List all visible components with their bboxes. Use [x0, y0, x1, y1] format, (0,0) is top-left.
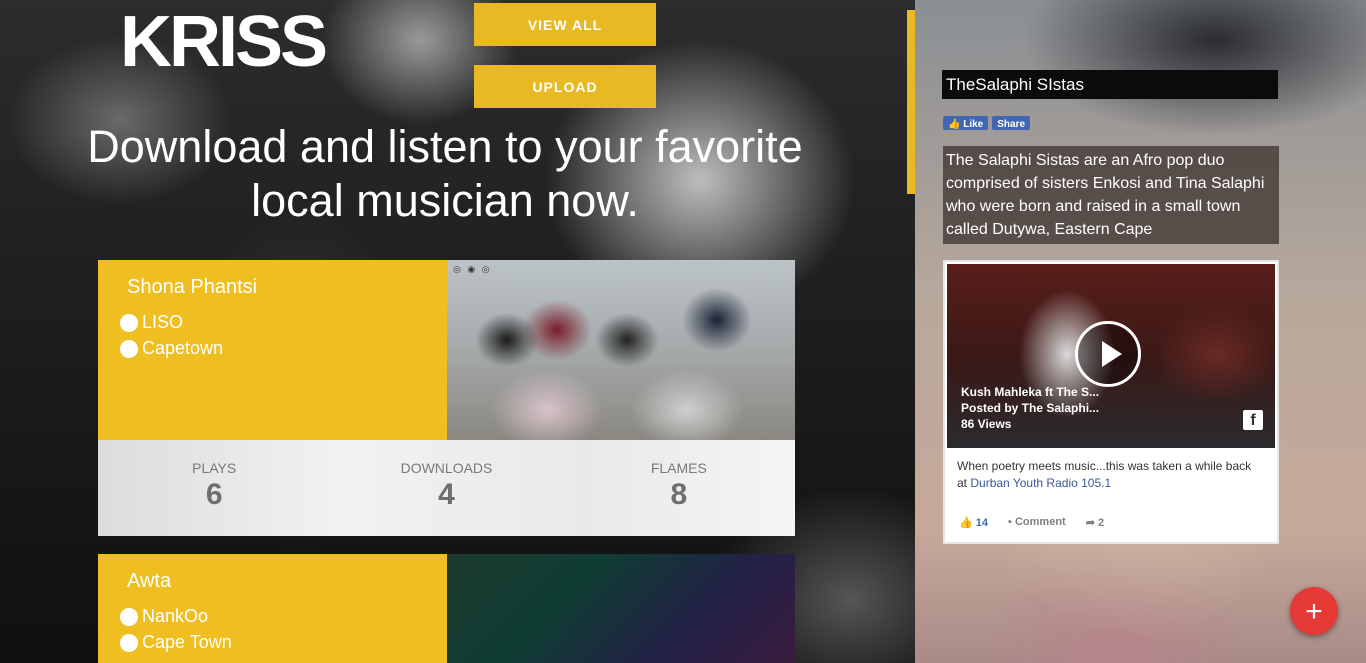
- song-artist[interactable]: LISO: [120, 312, 183, 333]
- user-icon: [120, 607, 138, 626]
- song-info-panel: Awta NankOo Cape Town: [98, 554, 447, 663]
- song-card[interactable]: Shona Phantsi LISO Capetown ◎ ◉ ◎ PLAYS …: [98, 260, 795, 536]
- view-all-button[interactable]: VIEW ALL: [474, 3, 656, 46]
- video-likes-count: 14: [975, 517, 989, 529]
- song-cover-image[interactable]: ◎ ◉ ◎: [447, 260, 795, 440]
- globe-icon: [120, 339, 138, 358]
- facebook-like-label: Like: [963, 119, 984, 130]
- add-fab-button[interactable]: +: [1290, 587, 1338, 635]
- video-views: 86 Views: [961, 417, 1012, 431]
- video-title[interactable]: Kush Mahleka ft The S...: [961, 384, 1099, 400]
- video-thumbnail[interactable]: Kush Mahleka ft The S... Posted by The S…: [947, 264, 1275, 448]
- video-meta: Kush Mahleka ft The S... Posted by The S…: [961, 384, 1099, 432]
- stat-plays-label: PLAYS: [192, 460, 237, 476]
- facebook-buttons: 👍 Like Share: [943, 116, 1031, 130]
- song-location-name: Capetown: [142, 338, 224, 358]
- cover-logos-icon: ◎ ◉ ◎: [453, 264, 492, 274]
- video-caption-link[interactable]: Durban Youth Radio 105.1: [970, 476, 1111, 490]
- song-location-name: Cape Town: [142, 632, 232, 652]
- song-info-panel: Shona Phantsi LISO Capetown: [98, 260, 447, 440]
- song-cover-image[interactable]: [447, 554, 795, 663]
- song-location: Cape Town: [120, 632, 232, 653]
- video-actions: 👍 14 ▪ Comment ➦ 2: [959, 516, 1104, 529]
- song-card[interactable]: Awta NankOo Cape Town: [98, 554, 795, 663]
- stat-flames-label: FLAMES: [650, 460, 707, 476]
- stat-plays: PLAYS 6: [98, 440, 330, 536]
- stat-flames: FLAMES 8: [563, 440, 795, 536]
- video-shares[interactable]: ➦ 2: [1086, 516, 1104, 529]
- accent-bar: [907, 10, 915, 194]
- page-headline: Download and listen to your favorite loc…: [87, 121, 803, 226]
- song-artist-name: NankOo: [142, 606, 209, 626]
- facebook-video-embed: Kush Mahleka ft The S... Posted by The S…: [943, 260, 1279, 544]
- stat-downloads-label: DOWNLOADS: [400, 460, 493, 476]
- video-comment-label: Comment: [1014, 516, 1066, 528]
- globe-icon: [120, 633, 138, 652]
- video-caption: When poetry meets music...this was taken…: [957, 458, 1257, 492]
- song-title[interactable]: Awta: [127, 570, 171, 593]
- video-likes[interactable]: 👍 14: [959, 516, 988, 529]
- upload-button[interactable]: UPLOAD: [474, 65, 656, 108]
- artist-name: TheSalaphi SIstas: [942, 70, 1278, 99]
- song-artist-name: LISO: [142, 312, 184, 332]
- user-icon: [120, 313, 138, 332]
- song-artist[interactable]: NankOo: [120, 606, 208, 627]
- song-title[interactable]: Shona Phantsi: [127, 276, 257, 299]
- artist-bio: The Salaphi Sistas are an Afro pop duo c…: [943, 146, 1279, 244]
- play-icon[interactable]: [1075, 321, 1141, 387]
- video-posted-by[interactable]: Posted by The Salaphi...: [961, 400, 1099, 416]
- song-stats: PLAYS 6 DOWNLOADS 4 FLAMES 8: [98, 440, 795, 536]
- stat-plays-value: 6: [205, 478, 223, 511]
- video-comment[interactable]: ▪ Comment: [1008, 516, 1066, 529]
- stat-downloads-value: 4: [438, 478, 455, 511]
- facebook-share-button[interactable]: Share: [992, 116, 1031, 130]
- facebook-icon: f: [1243, 410, 1263, 430]
- song-location: Capetown: [120, 338, 223, 359]
- brand-logo[interactable]: KRISS: [120, 4, 340, 80]
- video-shares-count: 2: [1098, 517, 1105, 529]
- stat-downloads: DOWNLOADS 4: [330, 440, 562, 536]
- facebook-like-button[interactable]: 👍 Like: [943, 116, 989, 130]
- stat-flames-value: 8: [670, 478, 688, 511]
